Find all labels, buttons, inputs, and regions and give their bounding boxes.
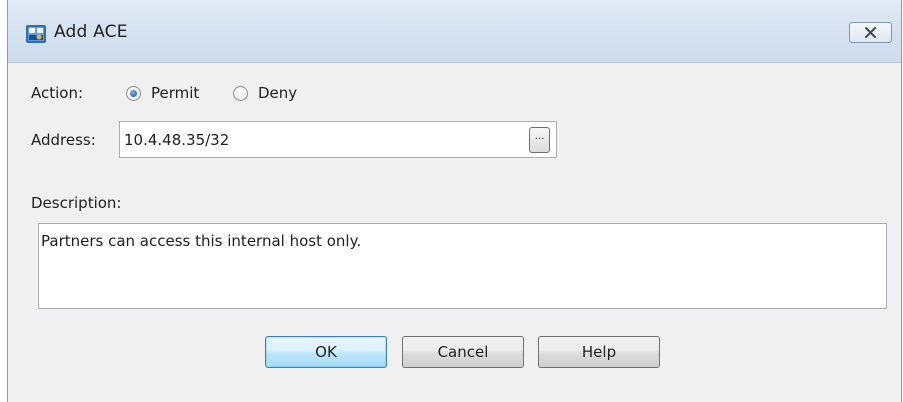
description-value: Partners can access this internal host o…	[41, 232, 362, 250]
action-label: Action:	[31, 84, 84, 102]
add-ace-dialog: Add ACE Action: Permit Deny Address: 10.…	[7, 0, 902, 402]
asdm-app-icon	[25, 23, 47, 45]
cancel-button[interactable]: Cancel	[402, 336, 524, 368]
close-icon	[865, 27, 876, 38]
deny-radio[interactable]	[233, 86, 248, 101]
address-label: Address:	[31, 131, 96, 149]
title-bar[interactable]: Add ACE	[8, 0, 901, 63]
permit-label[interactable]: Permit	[151, 84, 199, 102]
permit-radio[interactable]	[126, 86, 141, 101]
close-button[interactable]	[849, 22, 892, 43]
description-textarea[interactable]: Partners can access this internal host o…	[38, 223, 887, 309]
address-input[interactable]: 10.4.48.35/32	[119, 121, 557, 158]
radio-selected-dot	[130, 90, 137, 97]
deny-label[interactable]: Deny	[258, 84, 297, 102]
help-button[interactable]: Help	[538, 336, 660, 368]
window-title: Add ACE	[54, 22, 128, 42]
description-label: Description:	[31, 194, 122, 212]
ok-button[interactable]: OK	[265, 336, 387, 368]
address-value: 10.4.48.35/32	[124, 131, 230, 149]
address-browse-button[interactable]: ...	[529, 127, 550, 153]
